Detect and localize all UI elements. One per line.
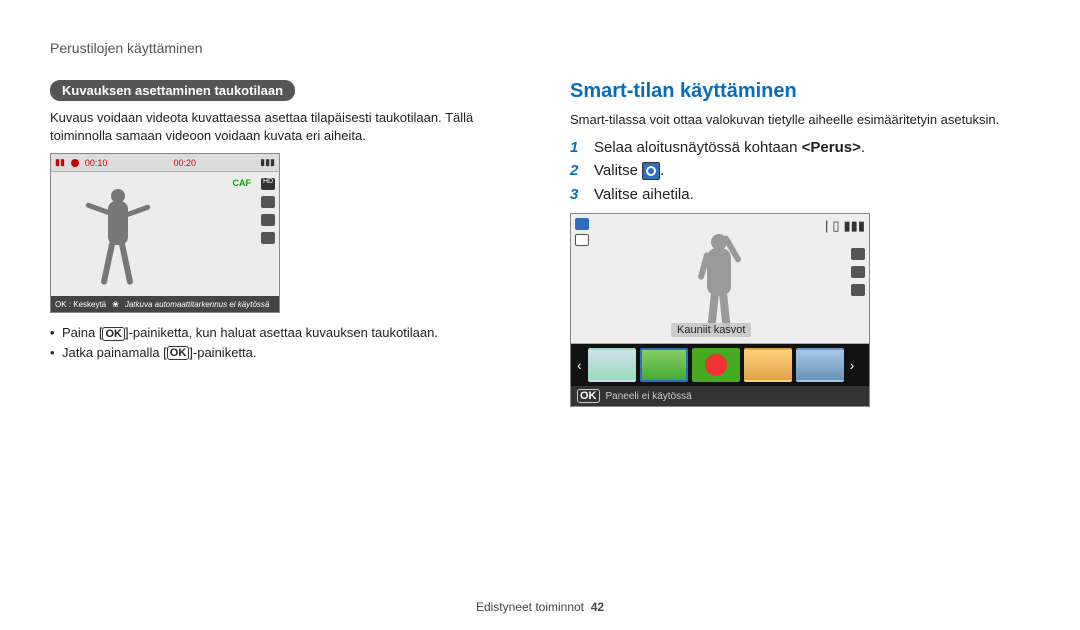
right-column: Smart-tilan käyttäminen Smart-tilassa vo…: [570, 80, 1030, 407]
step1-bold: <Perus>: [802, 139, 861, 156]
bullet-1: Paina [OK]-painiketta, kun haluat asetta…: [50, 323, 510, 343]
left-column: Kuvauksen asettaminen taukotilaan Kuvaus…: [50, 80, 510, 407]
video-pause-screenshot: ▮▮ 00:10 00:20 ▮▮▮ CAF HD OK : Keskeytä …: [50, 153, 280, 313]
redeye-icon: [851, 266, 865, 278]
record-icon: [71, 159, 79, 167]
smart-mode-icon: [642, 162, 660, 180]
step1-post: .: [861, 139, 865, 156]
cam-side-icons: [851, 248, 865, 296]
panel-status-text: Paneeli ei käytössä: [606, 391, 692, 402]
ok-chip-icon: OK: [577, 389, 600, 403]
step-2-text: Valitse .: [594, 162, 1030, 180]
macro-icon: [851, 284, 865, 296]
bullet2-post: ]-painiketta.: [189, 345, 256, 360]
smart-select-icon: [575, 234, 589, 246]
scene-thumb-5[interactable]: [796, 348, 844, 382]
memory-icon: ▯: [832, 218, 839, 234]
step-number: 2: [570, 162, 584, 180]
child-silhouette: [681, 234, 761, 334]
chevron-left-icon[interactable]: ‹: [575, 357, 584, 373]
step-number: 1: [570, 139, 584, 156]
footer-section: Edistyneet toiminnot: [476, 600, 584, 614]
camera-bottom-bar: OK Paneeli ei käytössä: [571, 386, 869, 406]
bullet-2: Jatka painamalla [OK]-painiketta.: [50, 343, 510, 363]
footer-page-number: 42: [591, 600, 604, 614]
screenshot-bottombar: OK : Keskeytä ❀ Jatkuva automaattitarken…: [51, 296, 279, 312]
cam-top-left-icons: [575, 218, 589, 246]
step-1-text: Selaa aloitusnäytössä kohtaan <Perus>.: [594, 139, 1030, 156]
skater-silhouette: [91, 189, 151, 289]
ok-chip-icon: OK: [167, 346, 190, 360]
bullet1-pre: Paina [: [62, 325, 102, 340]
smart-mode-screenshot: | ▯ ▮▮▮ Kauniit kasvot ‹: [570, 213, 870, 407]
rec-time-2: 00:20: [173, 158, 196, 168]
battery-icon: ▮▮▮: [260, 157, 275, 168]
flower-icon: ❀: [112, 300, 119, 309]
section-pill: Kuvauksen asettaminen taukotilaan: [50, 80, 295, 101]
cam-top-right-icons: | ▯ ▮▮▮: [825, 218, 865, 234]
botbar-ok-text: OK : Keskeytä: [55, 300, 106, 309]
step2-pre: Valitse: [594, 162, 642, 179]
camera-mode-icon: [575, 218, 589, 230]
steps-list: 1 Selaa aloitusnäytössä kohtaan <Perus>.…: [570, 139, 1030, 203]
step1-pre: Selaa aloitusnäytössä kohtaan: [594, 139, 802, 156]
screenshot-side-icons: HD: [261, 178, 275, 244]
size-icon: [851, 248, 865, 260]
bullet1-post: ]-painiketta, kun haluat asettaa kuvauks…: [125, 325, 438, 340]
step-number: 3: [570, 186, 584, 203]
scene-thumb-4[interactable]: [744, 348, 792, 382]
battery-icon: ▮▮▮: [844, 218, 865, 234]
step-3-text: Valitse aihetila.: [594, 186, 1030, 203]
bar-icon: |: [825, 218, 828, 234]
ok-chip-icon: OK: [102, 327, 125, 341]
scene-thumbnail-strip: ‹ ›: [571, 344, 869, 386]
bullet2-pre: Jatka painamalla [: [62, 345, 167, 360]
left-body-text: Kuvaus voidaan videota kuvattaessa asett…: [50, 109, 510, 145]
step2-post: .: [660, 162, 664, 179]
content-columns: Kuvauksen asettaminen taukotilaan Kuvaus…: [50, 80, 1030, 407]
camera-viewfinder: | ▯ ▮▮▮ Kauniit kasvot: [571, 214, 869, 344]
smart-mode-heading: Smart-tilan käyttäminen: [570, 80, 1030, 103]
botbar-caption: Jatkuva automaattitarkennus ei käytössä: [125, 300, 270, 309]
right-intro-text: Smart-tilassa voit ottaa valokuvan tiety…: [570, 111, 1030, 129]
side-icon-3: [261, 232, 275, 244]
step-1: 1 Selaa aloitusnäytössä kohtaan <Perus>.: [570, 139, 1030, 156]
caf-label: CAF: [233, 178, 252, 188]
hd-icon: HD: [261, 178, 275, 190]
page-footer: Edistyneet toiminnot 42: [0, 600, 1080, 614]
chevron-right-icon[interactable]: ›: [848, 357, 857, 373]
bullet-list: Paina [OK]-painiketta, kun haluat asetta…: [50, 323, 510, 362]
side-icon-2: [261, 214, 275, 226]
scene-thumb-3[interactable]: [692, 348, 740, 382]
step-3: 3 Valitse aihetila.: [570, 186, 1030, 203]
step-2: 2 Valitse .: [570, 162, 1030, 180]
scene-thumb-2-selected[interactable]: [640, 348, 688, 382]
side-icon-1: [261, 196, 275, 208]
screenshot-topbar: ▮▮ 00:10 00:20 ▮▮▮: [51, 154, 279, 172]
page-header: Perustilojen käyttäminen: [50, 40, 203, 56]
scene-label: Kauniit kasvot: [671, 323, 751, 337]
rec-time-1: 00:10: [85, 158, 108, 168]
scene-thumb-1[interactable]: [588, 348, 636, 382]
film-icon: ▮▮: [55, 157, 65, 168]
